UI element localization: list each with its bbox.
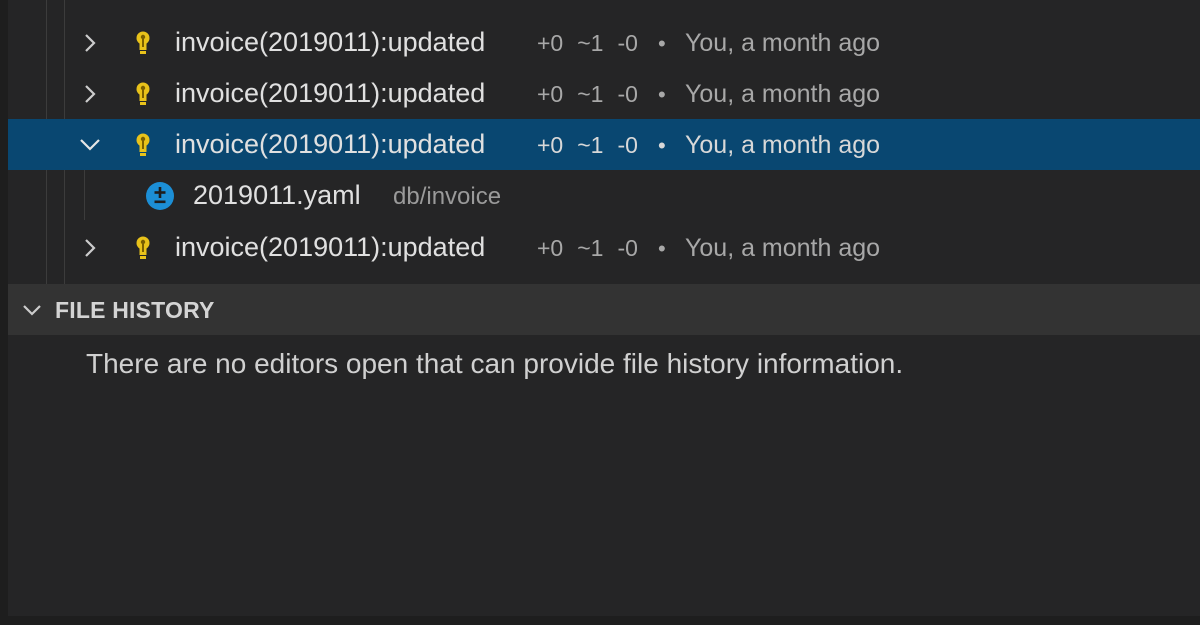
commit-message: invoice(2019011):updated bbox=[175, 232, 486, 262]
modified-count: ~1 bbox=[577, 235, 604, 261]
separator-dot: • bbox=[658, 133, 666, 158]
chevron-right-icon[interactable] bbox=[78, 68, 102, 119]
commit-row[interactable]: invoice(2019011):updated +0 ~1 -0 • You,… bbox=[8, 222, 1200, 273]
added-count: +0 bbox=[537, 81, 564, 107]
commit-row-selected[interactable]: invoice(2019011):updated +0 ~1 -0 • You,… bbox=[8, 119, 1200, 170]
deleted-count: -0 bbox=[617, 235, 638, 261]
commit-message: invoice(2019011):updated bbox=[175, 129, 486, 159]
commit-changes: +0 ~1 -0 bbox=[537, 119, 638, 172]
commits-tree[interactable]: invoice(2019011):updated +0 ~1 -0 • You,… bbox=[8, 0, 1200, 284]
separator-dot: • bbox=[658, 82, 666, 107]
commit-author-date: You, a month ago bbox=[685, 80, 881, 108]
activity-divider bbox=[0, 0, 8, 625]
section-title: FILE HISTORY bbox=[55, 297, 215, 323]
file-path: db/invoice bbox=[393, 183, 502, 210]
commit-row[interactable]: invoice(2019011):updated +0 ~1 -0 • You,… bbox=[8, 17, 1200, 68]
commit-changes: +0 ~1 -0 bbox=[537, 17, 638, 70]
added-count: +0 bbox=[537, 30, 564, 56]
commit-changes: +0 ~1 -0 bbox=[537, 222, 638, 275]
commit-icon bbox=[132, 68, 154, 119]
modified-count: ~1 bbox=[577, 81, 604, 107]
commit-author-date: You, a month ago bbox=[685, 131, 881, 159]
modified-count: ~1 bbox=[577, 132, 604, 158]
commit-row[interactable]: invoice(2019011):updated +0 ~1 -0 • You,… bbox=[8, 68, 1200, 119]
deleted-count: -0 bbox=[617, 30, 638, 56]
changed-file-row[interactable]: 2019011.yaml db/invoice bbox=[8, 170, 1200, 221]
file-history-header[interactable]: FILE HISTORY bbox=[8, 284, 1200, 335]
commit-changes: +0 ~1 -0 bbox=[537, 68, 638, 121]
commit-icon bbox=[132, 17, 154, 68]
commit-author-date: You, a month ago bbox=[685, 29, 881, 57]
commit-icon bbox=[132, 119, 154, 170]
added-count: +0 bbox=[537, 132, 564, 158]
file-history-empty-message: There are no editors open that can provi… bbox=[86, 348, 904, 379]
commit-author-date: You, a month ago bbox=[685, 234, 881, 262]
commit-message: invoice(2019011):updated bbox=[175, 27, 486, 57]
file-name: 2019011.yaml bbox=[193, 180, 361, 210]
commit-row-cut[interactable] bbox=[8, 0, 1200, 4]
gitlens-sidebar: invoice(2019011):updated +0 ~1 -0 • You,… bbox=[0, 0, 1200, 625]
added-count: +0 bbox=[537, 235, 564, 261]
deleted-count: -0 bbox=[617, 81, 638, 107]
chevron-down-icon[interactable] bbox=[78, 119, 102, 170]
modified-file-icon bbox=[144, 170, 176, 221]
chevron-right-icon[interactable] bbox=[78, 222, 102, 273]
commit-message: invoice(2019011):updated bbox=[175, 78, 486, 108]
panel-bottom-border bbox=[0, 616, 1200, 625]
commit-icon bbox=[132, 222, 154, 273]
separator-dot: • bbox=[658, 31, 666, 56]
separator-dot: • bbox=[658, 236, 666, 261]
modified-count: ~1 bbox=[577, 30, 604, 56]
chevron-down-icon[interactable] bbox=[20, 284, 44, 335]
deleted-count: -0 bbox=[617, 132, 638, 158]
chevron-right-icon[interactable] bbox=[78, 17, 102, 68]
